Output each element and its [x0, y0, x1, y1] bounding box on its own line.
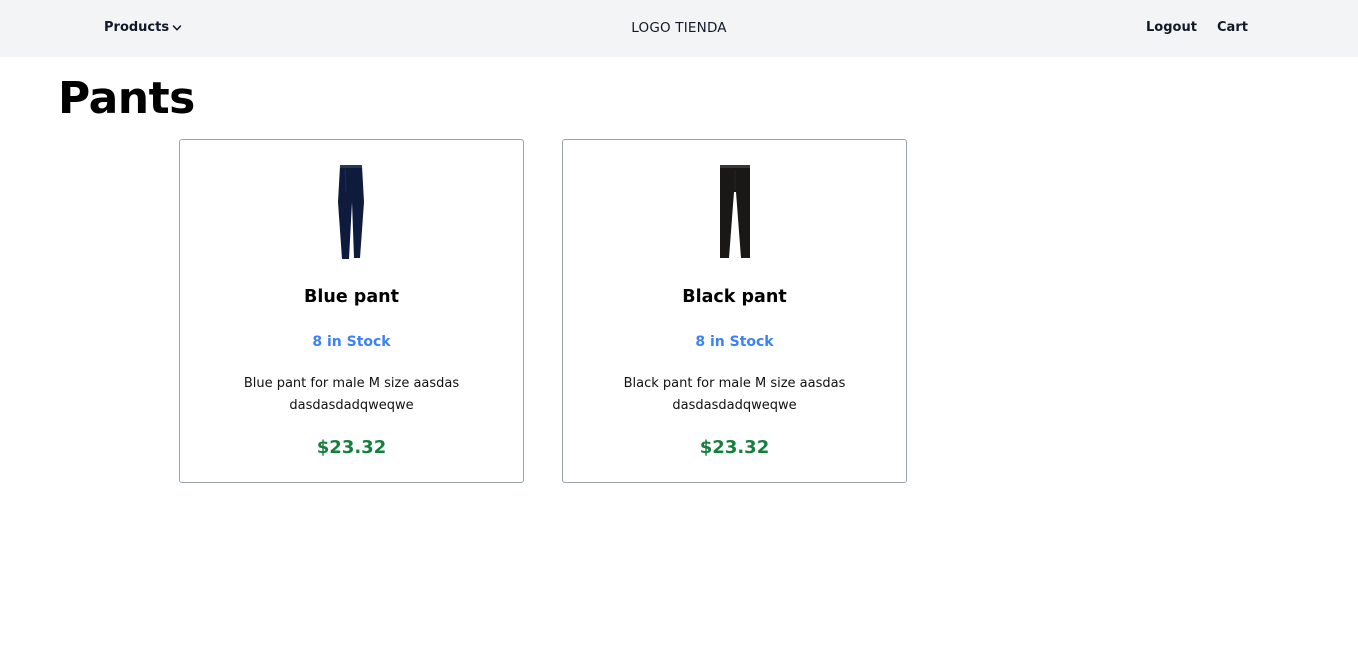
- logout-link[interactable]: Logout: [1146, 19, 1197, 37]
- product-name[interactable]: Blue pant: [180, 285, 523, 309]
- product-price: $23.32: [699, 437, 770, 458]
- product-price: $23.32: [316, 437, 387, 458]
- black-pant-image[interactable]: [563, 162, 906, 262]
- blue-pant-image[interactable]: [180, 162, 523, 262]
- product-description: Blue pant for male M size aasdasdasdasda…: [243, 376, 460, 413]
- product-card[interactable]: Black pant 8 in Stock Black pant for mal…: [562, 139, 907, 483]
- cart-link[interactable]: Cart: [1217, 19, 1248, 37]
- product-description: Black pant for male M size aasdasdasdasd…: [623, 376, 846, 413]
- stock-status: 8 in Stock: [312, 334, 391, 350]
- product-card[interactable]: Blue pant 8 in Stock Blue pant for male …: [179, 139, 524, 483]
- stock-status: 8 in Stock: [695, 334, 774, 350]
- product-name[interactable]: Black pant: [563, 285, 906, 309]
- navbar: Products LOGO TIENDA Logout Cart: [0, 0, 1358, 57]
- page-title: Pants: [58, 73, 195, 124]
